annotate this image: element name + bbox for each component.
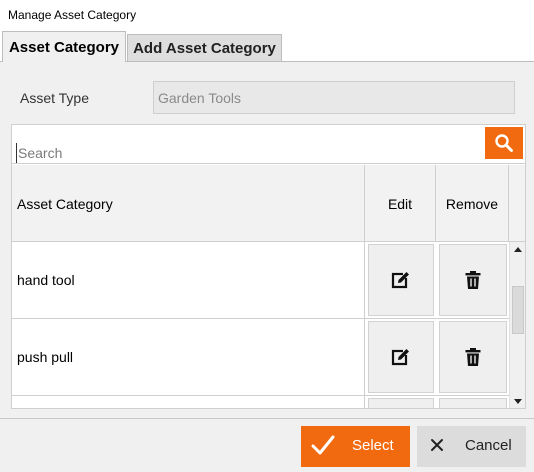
table-row[interactable] (12, 396, 509, 408)
scroll-up-arrow[interactable] (510, 242, 525, 256)
asset-type-field: Garden Tools (153, 81, 515, 114)
vertical-scrollbar[interactable] (509, 242, 525, 408)
remove-button[interactable] (439, 244, 507, 316)
column-header-asset-category: Asset Category (12, 165, 365, 242)
column-header-remove: Remove (436, 165, 509, 242)
asset-category-grid: Asset Category Edit Remove hand tool (11, 124, 526, 409)
remove-button[interactable] (439, 321, 507, 393)
search-button[interactable] (485, 127, 523, 159)
scroll-thumb[interactable] (512, 286, 524, 334)
cancel-button[interactable]: Cancel (417, 426, 526, 467)
edit-button[interactable] (368, 398, 434, 408)
select-button-label: Select (352, 437, 394, 454)
search-icon (495, 134, 513, 152)
dialog-footer: Select Cancel (0, 418, 534, 472)
chevron-up-icon (514, 246, 522, 252)
tab-strip: Asset Category Add Asset Category (0, 31, 534, 62)
asset-type-value: Garden Tools (158, 89, 242, 106)
search-row (12, 125, 525, 164)
cancel-button-label: Cancel (465, 437, 512, 454)
tab-asset-category[interactable]: Asset Category (2, 31, 126, 62)
trash-icon (465, 348, 481, 366)
asset-type-label: Asset Type (20, 90, 90, 106)
edit-button[interactable] (368, 321, 434, 393)
trash-icon (465, 271, 481, 289)
column-header-edit: Edit (365, 165, 436, 242)
edit-button[interactable] (368, 244, 434, 316)
asset-category-name: push pull (12, 319, 365, 395)
chevron-down-icon (514, 398, 522, 404)
window-title: Manage Asset Category (8, 8, 137, 22)
close-icon (431, 439, 443, 451)
table-header: Asset Category Edit Remove (12, 165, 525, 242)
table-row[interactable]: push pull (12, 319, 509, 396)
asset-category-name (12, 396, 365, 408)
search-input[interactable] (16, 143, 486, 163)
select-button[interactable]: Select (301, 426, 410, 467)
checkmark-icon (311, 435, 335, 455)
remove-button[interactable] (439, 398, 507, 408)
edit-icon (391, 270, 411, 289)
scroll-down-arrow[interactable] (510, 394, 525, 408)
tab-add-asset-category[interactable]: Add Asset Category (127, 34, 282, 61)
edit-icon (391, 347, 411, 366)
asset-category-name: hand tool (12, 242, 365, 318)
tab-panel: Asset Type Garden Tools Asset Category E… (0, 61, 534, 418)
title-bar: Manage Asset Category (0, 0, 534, 30)
table-row[interactable]: hand tool (12, 242, 509, 319)
